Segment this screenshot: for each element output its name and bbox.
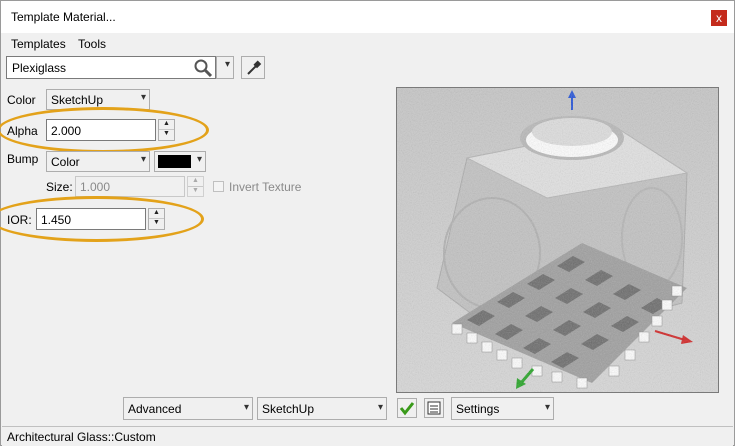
engine-select[interactable]: SketchUp ▾ bbox=[257, 397, 387, 420]
bump-color-picker[interactable]: ▾ bbox=[154, 151, 206, 172]
list-button[interactable] bbox=[424, 398, 444, 418]
chevron-down-icon: ▾ bbox=[196, 154, 202, 165]
material-dropdown-button[interactable]: ▾ bbox=[216, 56, 234, 79]
list-icon bbox=[427, 401, 441, 415]
close-button[interactable]: x bbox=[711, 10, 727, 26]
stepper-down-icon[interactable]: ▼ bbox=[188, 187, 203, 197]
color-swatch bbox=[158, 155, 191, 168]
template-material-window: Template Material... x Templates Tools P… bbox=[0, 0, 735, 446]
ior-highlight bbox=[0, 196, 204, 242]
title-bar: Template Material... x bbox=[1, 1, 734, 33]
alpha-highlight bbox=[0, 107, 209, 153]
settings-select-value: Settings bbox=[456, 402, 500, 416]
chevron-down-icon: ▾ bbox=[140, 154, 146, 165]
size-input[interactable]: 1.000 bbox=[75, 176, 185, 197]
chevron-down-icon: ▾ bbox=[224, 59, 230, 70]
bump-select[interactable]: Color ▾ bbox=[46, 151, 150, 172]
status-bar: Architectural Glass::Custom bbox=[2, 426, 733, 446]
material-name-input[interactable]: Plexiglass bbox=[6, 56, 216, 79]
mode-select[interactable]: Advanced ▾ bbox=[123, 397, 253, 420]
size-label: Size: bbox=[46, 180, 73, 194]
menu-templates[interactable]: Templates bbox=[11, 37, 66, 51]
size-value: 1.000 bbox=[80, 180, 111, 194]
color-label: Color bbox=[7, 93, 36, 107]
bump-select-value: Color bbox=[51, 155, 80, 169]
window-title: Template Material... bbox=[11, 10, 116, 24]
color-select-value: SketchUp bbox=[51, 93, 104, 107]
eyedropper-button[interactable] bbox=[241, 56, 265, 79]
chevron-down-icon: ▾ bbox=[544, 402, 550, 413]
apply-button[interactable] bbox=[397, 398, 417, 418]
engine-select-value: SketchUp bbox=[262, 402, 315, 416]
invert-texture-label: Invert Texture bbox=[229, 180, 302, 194]
menu-tools[interactable]: Tools bbox=[78, 37, 106, 51]
mode-select-value: Advanced bbox=[128, 402, 182, 416]
size-stepper[interactable]: ▲ ▼ bbox=[187, 176, 204, 197]
chevron-down-icon: ▾ bbox=[243, 402, 249, 413]
eyedropper-icon bbox=[247, 60, 262, 75]
chevron-down-icon: ▾ bbox=[377, 402, 383, 413]
status-text: Architectural Glass::Custom bbox=[7, 430, 156, 444]
material-preview[interactable] bbox=[396, 87, 719, 393]
preview-render bbox=[397, 88, 718, 392]
menu-bar: Templates Tools bbox=[1, 33, 734, 55]
search-icon[interactable] bbox=[193, 59, 213, 77]
checkmark-icon bbox=[399, 402, 415, 416]
stepper-up-icon[interactable]: ▲ bbox=[188, 177, 203, 187]
material-name-value: Plexiglass bbox=[12, 61, 67, 75]
bump-label: Bump bbox=[7, 152, 39, 166]
settings-select[interactable]: Settings ▾ bbox=[451, 397, 554, 420]
invert-texture-checkbox[interactable] bbox=[213, 181, 224, 192]
chevron-down-icon: ▾ bbox=[140, 92, 146, 103]
